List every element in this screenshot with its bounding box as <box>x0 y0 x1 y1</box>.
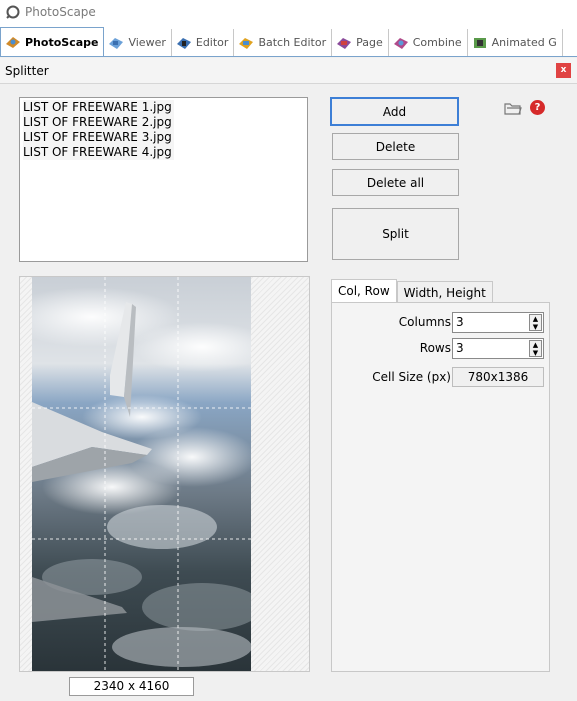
file-list[interactable]: LIST OF FREEWARE 1.jpg LIST OF FREEWARE … <box>19 97 308 262</box>
tab-label: Combine <box>412 36 462 49</box>
tab-animated-gif[interactable]: Animated G <box>468 29 563 56</box>
columns-row: Columns 3 ▲ ▼ <box>332 312 551 334</box>
columns-label: Columns <box>398 315 451 329</box>
splitter-header: Splitter x <box>0 58 577 84</box>
animated-gif-icon <box>473 37 486 48</box>
list-item[interactable]: LIST OF FREEWARE 2.jpg <box>23 115 304 130</box>
page-icon <box>337 37 352 49</box>
delete-button[interactable]: Delete <box>332 133 459 160</box>
tab-page[interactable]: Page <box>332 29 389 56</box>
tab-label: Animated G <box>491 36 557 49</box>
title-bar: PhotoScape <box>0 0 577 24</box>
help-icon[interactable]: ? <box>530 100 545 115</box>
tab-label: Editor <box>195 36 229 49</box>
tab-label: PhotoScape <box>25 35 99 49</box>
tab-combine[interactable]: Combine <box>389 29 468 56</box>
settings-tabs: Col, Row Width, Height <box>331 279 493 303</box>
rows-value: 3 <box>456 341 464 355</box>
tab-label: Viewer <box>128 36 166 49</box>
main-tab-strip: PhotoScape Viewer Editor Batch Editor Pa… <box>0 24 577 57</box>
delete-all-button[interactable]: Delete all <box>332 169 459 196</box>
window-title: PhotoScape <box>25 5 96 19</box>
tab-label: Batch Editor <box>258 36 327 49</box>
image-size-label: 2340 x 4160 <box>69 677 194 696</box>
cell-size-row: Cell Size (px) 780x1386 <box>332 367 551 389</box>
list-item[interactable]: LIST OF FREEWARE 3.jpg <box>23 130 304 145</box>
photoscape-icon <box>6 37 20 48</box>
tab-label: Page <box>356 36 383 49</box>
editor-icon <box>176 37 191 49</box>
viewer-icon <box>109 37 124 49</box>
rows-label: Rows <box>419 341 451 355</box>
tab-width-height[interactable]: Width, Height <box>396 281 493 303</box>
close-icon: x <box>560 65 567 75</box>
close-button[interactable]: x <box>556 63 571 78</box>
tab-col-row[interactable]: Col, Row <box>331 279 397 303</box>
list-item[interactable]: LIST OF FREEWARE 4.jpg <box>23 145 304 160</box>
tab-photoscape[interactable]: PhotoScape <box>0 27 105 56</box>
cell-size-label: Cell Size (px) <box>372 370 451 384</box>
airplane-wing-photo <box>32 277 251 671</box>
preview-photo <box>32 277 251 671</box>
tab-editor[interactable]: Editor <box>172 29 235 56</box>
photoscape-logo-icon <box>6 5 20 19</box>
settings-panel: Columns 3 ▲ ▼ Rows 3 ▲ ▼ Cell Size (px) 78… <box>331 302 550 672</box>
add-button[interactable]: Add <box>330 97 459 126</box>
split-button[interactable]: Split <box>332 208 459 260</box>
spinner-arrows-icon[interactable]: ▲ ▼ <box>529 314 542 331</box>
top-right-icons: ? <box>504 100 545 115</box>
tab-batch-editor[interactable]: Batch Editor <box>234 29 333 56</box>
rows-row: Rows 3 ▲ ▼ <box>332 338 551 360</box>
tab-viewer[interactable]: Viewer <box>104 29 172 56</box>
folder-icon[interactable] <box>504 101 522 115</box>
batch-editor-icon <box>239 37 254 49</box>
image-preview <box>19 276 310 672</box>
cell-size-value: 780x1386 <box>452 367 544 387</box>
spinner-arrows-icon[interactable]: ▲ ▼ <box>529 340 542 357</box>
combine-icon <box>393 37 408 49</box>
rows-stepper[interactable]: 3 ▲ ▼ <box>452 338 544 359</box>
splitter-title: Splitter <box>5 63 49 78</box>
columns-stepper[interactable]: 3 ▲ ▼ <box>452 312 544 333</box>
columns-value: 3 <box>456 315 464 329</box>
list-item[interactable]: LIST OF FREEWARE 1.jpg <box>23 100 304 115</box>
